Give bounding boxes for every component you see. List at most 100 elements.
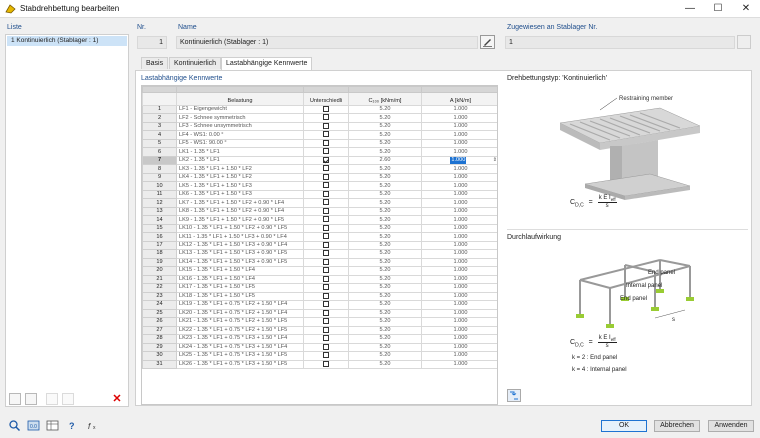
cell-a[interactable]: 1.000 [421, 351, 497, 361]
cell-a[interactable]: 1.000 [421, 359, 497, 370]
new-item-icon[interactable] [9, 393, 21, 405]
checkbox[interactable] [323, 335, 329, 342]
cell-c100[interactable]: 5.20 [348, 189, 422, 200]
cell-c100[interactable]: 5.20 [348, 359, 422, 370]
close-button[interactable]: ✕ [732, 0, 760, 18]
cell-a[interactable]: 1.000 [421, 257, 497, 268]
cell-unterschiedlich[interactable] [303, 342, 349, 353]
checkbox[interactable] [323, 318, 329, 325]
cell-a[interactable]: 1.000 [421, 308, 497, 319]
table-row[interactable]: 17 LK12 - 1.35 * LF1 + 1.50 * LF3 + 0.90 … [142, 240, 497, 251]
cell-unterschiedlich[interactable] [303, 291, 349, 302]
checkbox[interactable] [323, 199, 329, 206]
table-row[interactable]: 29 LK24 - 1.35 * LF1 + 0.75 * LF3 + 1.50 … [142, 342, 497, 353]
cell-unterschiedlich[interactable] [303, 215, 349, 225]
checkbox[interactable] [323, 208, 329, 214]
function-icon[interactable]: fx [86, 419, 100, 432]
cell-unterschiedlich[interactable] [303, 181, 349, 191]
table-row[interactable]: 16 LK11 - 1.35 * LF1 + 1.50 * LF3 + 0.90 … [142, 232, 497, 242]
table-row[interactable]: 18 LK13 - 1.35 * LF1 + 1.50 * LF3 + 0.90 … [142, 249, 497, 259]
table-row[interactable]: 15 LK10 - 1.35 * LF1 + 1.50 * LF2 + 0.90 … [142, 223, 497, 234]
table-row[interactable]: 27 LK22 - 1.35 * LF1 + 0.75 * LF2 + 1.50 … [142, 325, 497, 336]
cell-c100[interactable]: 5.20 [348, 206, 422, 217]
cell-unterschiedlich[interactable] [303, 121, 349, 132]
cell-unterschiedlich[interactable] [303, 283, 349, 293]
cell-c100[interactable]: 5.20 [348, 223, 422, 234]
table-row[interactable]: 12 LK7 - 1.35 * LF1 + 1.50 * LF2 + 0.90 *… [142, 198, 497, 208]
cell-unterschiedlich[interactable] [303, 308, 349, 319]
checkbox[interactable] [323, 276, 329, 282]
cell-unterschiedlich[interactable] [303, 164, 349, 174]
cell-unterschiedlich[interactable] [303, 223, 349, 234]
checkbox[interactable] [323, 140, 329, 146]
table-row[interactable]: 7 LK2 - 1.35 * LF1 2.60 1.000 ⇕ [142, 155, 497, 166]
cell-a[interactable]: 1.000 [421, 181, 497, 191]
cell-unterschiedlich[interactable] [303, 249, 349, 259]
cell-c100[interactable]: 5.20 [348, 308, 422, 319]
checkbox[interactable] [323, 352, 329, 359]
cell-unterschiedlich[interactable] [303, 104, 349, 115]
table-row[interactable]: 4 LF4 - WS1: 0.00 ° 5.20 1.000 [142, 130, 497, 140]
cell-c100[interactable]: 5.20 [348, 249, 422, 259]
cell-unterschiedlich[interactable] [303, 206, 349, 217]
cell-c100[interactable]: 5.20 [348, 291, 422, 302]
table-row[interactable]: 19 LK14 - 1.35 * LF1 + 1.50 * LF3 + 0.90 … [142, 257, 497, 268]
maximize-button[interactable]: ☐ [704, 0, 732, 18]
cell-unterschiedlich[interactable] [303, 240, 349, 251]
checkbox[interactable] [323, 148, 329, 155]
cell-c100[interactable]: 5.20 [348, 334, 422, 344]
table-row[interactable]: 2 LF2 - Schnee symmetrisch 5.20 1.000 [142, 113, 497, 123]
cell-a[interactable]: 1.000 [421, 189, 497, 200]
table-row[interactable]: 21 LK16 - 1.35 * LF1 + 1.50 * LF4 5.20 1.00… [142, 274, 497, 285]
cell-a[interactable]: 1.000 [421, 121, 497, 132]
cell-unterschiedlich[interactable] [303, 138, 349, 149]
cell-unterschiedlich[interactable] [303, 300, 349, 310]
cell-a[interactable]: 1.000 [421, 283, 497, 293]
cell-c100[interactable]: 5.20 [348, 104, 422, 115]
checkbox[interactable] [323, 225, 329, 231]
ok-button[interactable]: OK [601, 420, 647, 432]
cell-unterschiedlich[interactable] [303, 274, 349, 285]
cell-a[interactable]: 1.000 [421, 147, 497, 157]
list-item[interactable]: 1 Kontinuierlich (Stablager : 1) [7, 36, 127, 46]
checkbox[interactable] [323, 216, 329, 223]
cell-c100[interactable]: 5.20 [348, 266, 422, 276]
cell-a[interactable]: 1.000 [421, 317, 497, 327]
table-row[interactable]: 9 LK4 - 1.35 * LF1 + 1.50 * LF2 5.20 1.000 [142, 172, 497, 183]
table-settings-icon[interactable] [46, 419, 60, 432]
checkbox[interactable] [323, 242, 329, 248]
table-row[interactable]: 24 LK19 - 1.35 * LF1 + 0.75 * LF2 + 1.50 … [142, 300, 497, 310]
name-field[interactable]: Kontinuierlich (Stablager : 1) [176, 36, 478, 49]
cell-c100[interactable]: 2.60 [348, 155, 422, 166]
checkbox[interactable] [323, 267, 329, 274]
checkbox[interactable] [323, 233, 329, 240]
checkbox[interactable] [323, 344, 329, 350]
copy-item-icon[interactable] [25, 393, 37, 405]
cell-a[interactable]: 1.000 [421, 325, 497, 336]
table-row[interactable]: 22 LK17 - 1.35 * LF1 + 1.50 * LF5 5.20 1.00… [142, 283, 497, 293]
table-row[interactable]: 6 LK1 - 1.35 * LF1 5.20 1.000 [142, 147, 497, 157]
cell-unterschiedlich[interactable] [303, 351, 349, 361]
checkbox[interactable] [323, 259, 329, 265]
units-icon[interactable]: 0.0 [27, 419, 41, 432]
checkbox[interactable] [323, 157, 329, 163]
cell-c100[interactable]: 5.20 [348, 325, 422, 336]
cell-unterschiedlich[interactable] [303, 130, 349, 140]
cell-a[interactable]: 1.000 [421, 164, 497, 174]
cell-c100[interactable]: 5.20 [348, 215, 422, 225]
table-row[interactable]: 13 LK8 - 1.35 * LF1 + 1.50 * LF2 + 0.90 *… [142, 206, 497, 217]
cell-c100[interactable]: 5.20 [348, 121, 422, 132]
cell-unterschiedlich[interactable] [303, 334, 349, 344]
cell-c100[interactable]: 5.20 [348, 181, 422, 191]
cell-c100[interactable]: 5.20 [348, 317, 422, 327]
cell-a[interactable]: 1.000 [421, 342, 497, 353]
checkbox[interactable] [323, 361, 329, 367]
cell-unterschiedlich[interactable] [303, 198, 349, 208]
edit-name-icon[interactable] [480, 35, 495, 49]
table-row[interactable]: 20 LK15 - 1.35 * LF1 + 1.50 * LF4 5.20 1.00… [142, 266, 497, 276]
cell-a[interactable]: 1.000 [421, 334, 497, 344]
table-row[interactable]: 25 LK20 - 1.35 * LF1 + 0.75 * LF2 + 1.50 … [142, 308, 497, 319]
cell-a[interactable]: 1.000 [421, 300, 497, 310]
cell-c100[interactable]: 5.20 [348, 130, 422, 140]
cell-c100[interactable]: 5.20 [348, 113, 422, 123]
